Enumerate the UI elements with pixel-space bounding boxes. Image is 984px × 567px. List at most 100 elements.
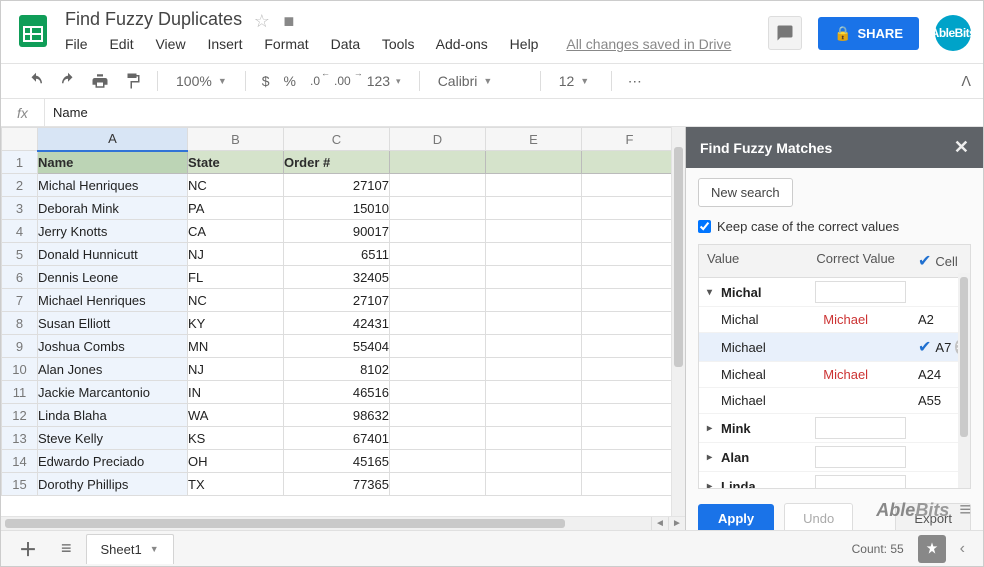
col-header-correct[interactable]: Correct Value <box>808 245 910 277</box>
cell[interactable] <box>390 243 486 266</box>
header-cell[interactable] <box>390 151 486 174</box>
cell[interactable]: Susan Elliott <box>38 312 188 335</box>
cell[interactable]: Jerry Knotts <box>38 220 188 243</box>
row-header[interactable]: 11 <box>2 381 38 404</box>
cell[interactable] <box>390 174 486 197</box>
row-header[interactable]: 5 <box>2 243 38 266</box>
cell[interactable] <box>390 404 486 427</box>
cell[interactable] <box>486 473 582 496</box>
decrease-decimal[interactable]: .0← <box>304 70 326 92</box>
cell[interactable] <box>486 335 582 358</box>
cell[interactable] <box>582 427 678 450</box>
menu-help[interactable]: Help <box>510 36 539 52</box>
formula-input[interactable]: Name <box>45 105 88 120</box>
cell[interactable]: NC <box>188 289 284 312</box>
menu-view[interactable]: View <box>155 36 185 52</box>
add-sheet-button[interactable]: ＋ <box>9 530 47 567</box>
cell[interactable]: OH <box>188 450 284 473</box>
correct-value-input[interactable] <box>815 281 906 303</box>
col-header-B[interactable]: B <box>188 128 284 151</box>
cell[interactable]: Donald Hunnicutt <box>38 243 188 266</box>
cell[interactable]: 6511 <box>284 243 390 266</box>
scroll-right-icon[interactable]: ► <box>668 517 685 530</box>
cell[interactable]: Steve Kelly <box>38 427 188 450</box>
cell[interactable]: 32405 <box>284 266 390 289</box>
header-cell[interactable]: Name <box>38 151 188 174</box>
row-header[interactable]: 4 <box>2 220 38 243</box>
col-header-C[interactable]: C <box>284 128 390 151</box>
cell[interactable]: 42431 <box>284 312 390 335</box>
cell[interactable] <box>582 404 678 427</box>
sheet-tab[interactable]: Sheet1 ▼ <box>86 534 174 564</box>
cell[interactable] <box>486 243 582 266</box>
all-sheets-button[interactable]: ≡ <box>51 532 82 565</box>
cell[interactable]: WA <box>188 404 284 427</box>
cell[interactable] <box>582 312 678 335</box>
cell[interactable]: 46516 <box>284 381 390 404</box>
cell[interactable]: 27107 <box>284 174 390 197</box>
col-header-D[interactable]: D <box>390 128 486 151</box>
cell[interactable]: 15010 <box>284 197 390 220</box>
cell[interactable]: 77365 <box>284 473 390 496</box>
horizontal-scrollbar[interactable]: ◄► <box>1 516 685 530</box>
row-header[interactable]: 3 <box>2 197 38 220</box>
star-icon[interactable]: ☆ <box>254 11 270 31</box>
cell[interactable]: PA <box>188 197 284 220</box>
number-format-select[interactable]: 123▾ <box>359 69 409 93</box>
cell[interactable] <box>582 197 678 220</box>
cell[interactable] <box>486 289 582 312</box>
row-header[interactable]: 15 <box>2 473 38 496</box>
header-cell[interactable]: State <box>188 151 284 174</box>
cell[interactable] <box>486 312 582 335</box>
menu-edit[interactable]: Edit <box>109 36 133 52</box>
cell[interactable] <box>582 473 678 496</box>
cell[interactable] <box>582 289 678 312</box>
cell[interactable]: Dorothy Phillips <box>38 473 188 496</box>
format-currency[interactable]: $ <box>256 69 276 93</box>
result-row[interactable]: Michael A55 <box>699 388 970 414</box>
cell[interactable] <box>390 427 486 450</box>
row-header[interactable]: 7 <box>2 289 38 312</box>
cell[interactable] <box>582 266 678 289</box>
cell[interactable] <box>390 358 486 381</box>
cell[interactable] <box>390 473 486 496</box>
print-icon[interactable] <box>85 68 115 94</box>
menu-addons[interactable]: Add-ons <box>436 36 488 52</box>
zoom-select[interactable]: 100%▼ <box>168 69 235 93</box>
vertical-scrollbar[interactable] <box>671 127 685 516</box>
cell[interactable] <box>486 404 582 427</box>
expand-icon[interactable]: ▸ <box>707 481 717 489</box>
cell[interactable]: IN <box>188 381 284 404</box>
cell[interactable] <box>390 289 486 312</box>
cell[interactable]: 98632 <box>284 404 390 427</box>
cell[interactable] <box>486 358 582 381</box>
correct-value-input[interactable] <box>815 475 906 488</box>
cell[interactable] <box>390 197 486 220</box>
redo-icon[interactable] <box>53 68 83 94</box>
cell[interactable]: NJ <box>188 358 284 381</box>
row-header[interactable]: 14 <box>2 450 38 473</box>
col-header-value[interactable]: Value <box>699 245 808 277</box>
cell[interactable]: 45165 <box>284 450 390 473</box>
cell[interactable] <box>486 197 582 220</box>
menu-file[interactable]: File <box>65 36 88 52</box>
row-header[interactable]: 2 <box>2 174 38 197</box>
keep-case-checkbox[interactable]: Keep case of the correct values <box>698 219 971 234</box>
menu-tools[interactable]: Tools <box>382 36 415 52</box>
cell[interactable] <box>390 381 486 404</box>
doc-name[interactable]: Find Fuzzy Duplicates <box>65 9 242 29</box>
cell[interactable]: Joshua Combs <box>38 335 188 358</box>
menu-format[interactable]: Format <box>264 36 308 52</box>
explore-button[interactable] <box>918 535 946 563</box>
result-group[interactable]: ▸Linda <box>699 472 970 488</box>
cell[interactable] <box>486 220 582 243</box>
col-header-E[interactable]: E <box>486 128 582 151</box>
cell[interactable]: MN <box>188 335 284 358</box>
correct-value-input[interactable] <box>815 446 906 468</box>
panel-vertical-scrollbar[interactable] <box>958 273 970 488</box>
col-header-F[interactable]: F <box>582 128 678 151</box>
cell[interactable]: Jackie Marcantonio <box>38 381 188 404</box>
expand-icon[interactable]: ▸ <box>707 423 717 434</box>
cell[interactable] <box>486 450 582 473</box>
more-tools-icon[interactable]: ⋯ <box>622 69 648 94</box>
